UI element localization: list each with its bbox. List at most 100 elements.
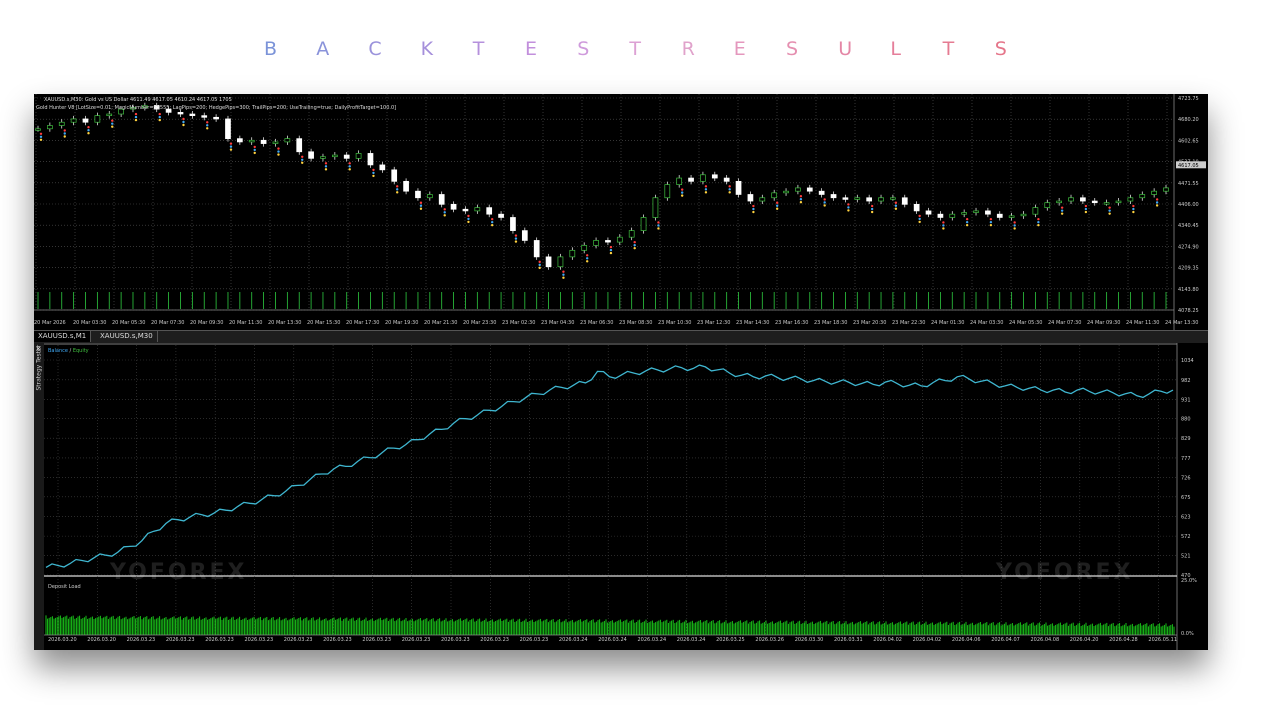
trade-marker [680,191,684,194]
trade-marker [1013,224,1016,227]
trade-marker [514,237,518,240]
trade-marker [348,168,351,171]
trade-marker [799,194,803,198]
time-tick-label: 20 Mar 15:30 [307,320,340,326]
title-letter: U [838,38,853,60]
trade-marker [562,270,565,273]
tab-xauusd-m1[interactable]: XAUUSD.s,M1 [34,331,92,342]
trade-marker [206,124,209,127]
trade-marker [1060,206,1064,209]
price-tick-label: 4143.80 [1178,287,1199,293]
trade-marker [1060,209,1064,212]
watermark-left: YOFOREX [110,560,248,585]
trade-marker [965,217,969,221]
trade-marker [206,127,209,130]
candle-body [272,141,279,144]
candle-body [616,236,623,243]
trade-marker [111,122,114,125]
trade-marker [633,240,636,244]
trading-terminal-panel: 4723.754680.204602.654537.104471.554406.… [34,94,1208,650]
trade-marker [419,207,423,210]
candle-body [806,187,813,192]
candle-body [890,197,896,200]
trade-marker [158,112,161,116]
trade-marker [775,201,779,204]
candle-body [961,212,967,215]
candle-body [201,115,208,118]
title-letter: A [316,38,330,60]
time-tick-label: 24 Mar 01:30 [931,320,964,326]
date-tick-label: 2026.04.28 [1109,637,1138,643]
time-tick-label: 23 Mar 12:30 [697,320,730,326]
price-tick-label: 4274.90 [1178,244,1199,250]
candle-body [795,187,801,192]
trade-marker [942,224,945,227]
candle-body [901,197,908,205]
trade-marker [158,115,161,119]
time-tick-label: 20 Mar 2026 [34,320,66,326]
title-letter: S [994,38,1007,60]
trade-marker [657,224,660,227]
legend-balance: Balance [48,348,68,354]
title-letter: E [525,38,538,60]
time-tick-label: 24 Mar 03:30 [970,320,1003,326]
trade-marker [348,165,351,168]
deposit-tick-label: 0.0% [1181,631,1194,637]
candle-body [878,197,884,202]
candle-body [474,207,481,212]
candle-body [486,207,493,215]
trade-marker [134,112,138,116]
trade-marker [324,168,328,171]
trade-marker [847,206,850,209]
trade-marker [467,214,470,218]
date-tick-label: 2026.03.23 [323,637,352,643]
tab-xauusd-m30[interactable]: XAUUSD.s,M30 [96,331,158,342]
date-tick-label: 2026.03.30 [795,637,824,643]
balance-tick-label: 623 [1181,515,1191,521]
time-tick-label: 23 Mar 16:30 [775,320,808,326]
trade-marker [965,220,969,224]
candle-body [225,118,231,139]
trade-marker [704,188,708,191]
trade-marker [87,132,90,135]
time-tick-label: 23 Mar 04:30 [541,320,574,326]
price-tick-label: 4680.20 [1178,117,1199,123]
trade-marker [348,162,351,165]
trade-marker [467,220,470,224]
candle-body [605,240,611,243]
trade-marker [63,129,66,132]
candle-body [415,190,421,199]
candle-body [438,194,445,205]
trade-marker [39,132,43,135]
price-tick-label: 4406.00 [1178,202,1199,208]
candle-body [450,203,457,210]
trade-marker [799,197,803,201]
date-tick-label: 2026.03.23 [127,637,156,643]
price-tick-label: 4602.65 [1178,138,1199,144]
trade-marker [1108,209,1111,212]
trade-marker [799,200,803,204]
candle-body [94,115,101,123]
candle-body [248,139,255,143]
date-tick-label: 2026.03.23 [441,637,470,643]
candle-body [498,213,504,218]
trade-marker [918,217,921,221]
candle-body [343,154,350,159]
candle-body [391,169,398,182]
trade-marker [467,217,470,221]
trade-marker [870,210,874,214]
candle-body [973,210,979,213]
date-tick-label: 2026.05.11 [1148,637,1177,643]
time-tick-label: 23 Mar 08:30 [619,320,652,326]
trade-marker [134,115,138,119]
legend-equity: Equity [72,348,89,354]
trade-marker [538,263,541,267]
trade-marker [277,153,280,156]
trade-marker [1060,212,1064,215]
date-tick-label: 2026.03.23 [205,637,234,643]
trade-marker [39,135,43,138]
trade-marker [752,210,755,214]
time-tick-label: 24 Mar 05:30 [1009,320,1042,326]
trade-marker [301,155,304,158]
candle-body [1139,194,1146,199]
